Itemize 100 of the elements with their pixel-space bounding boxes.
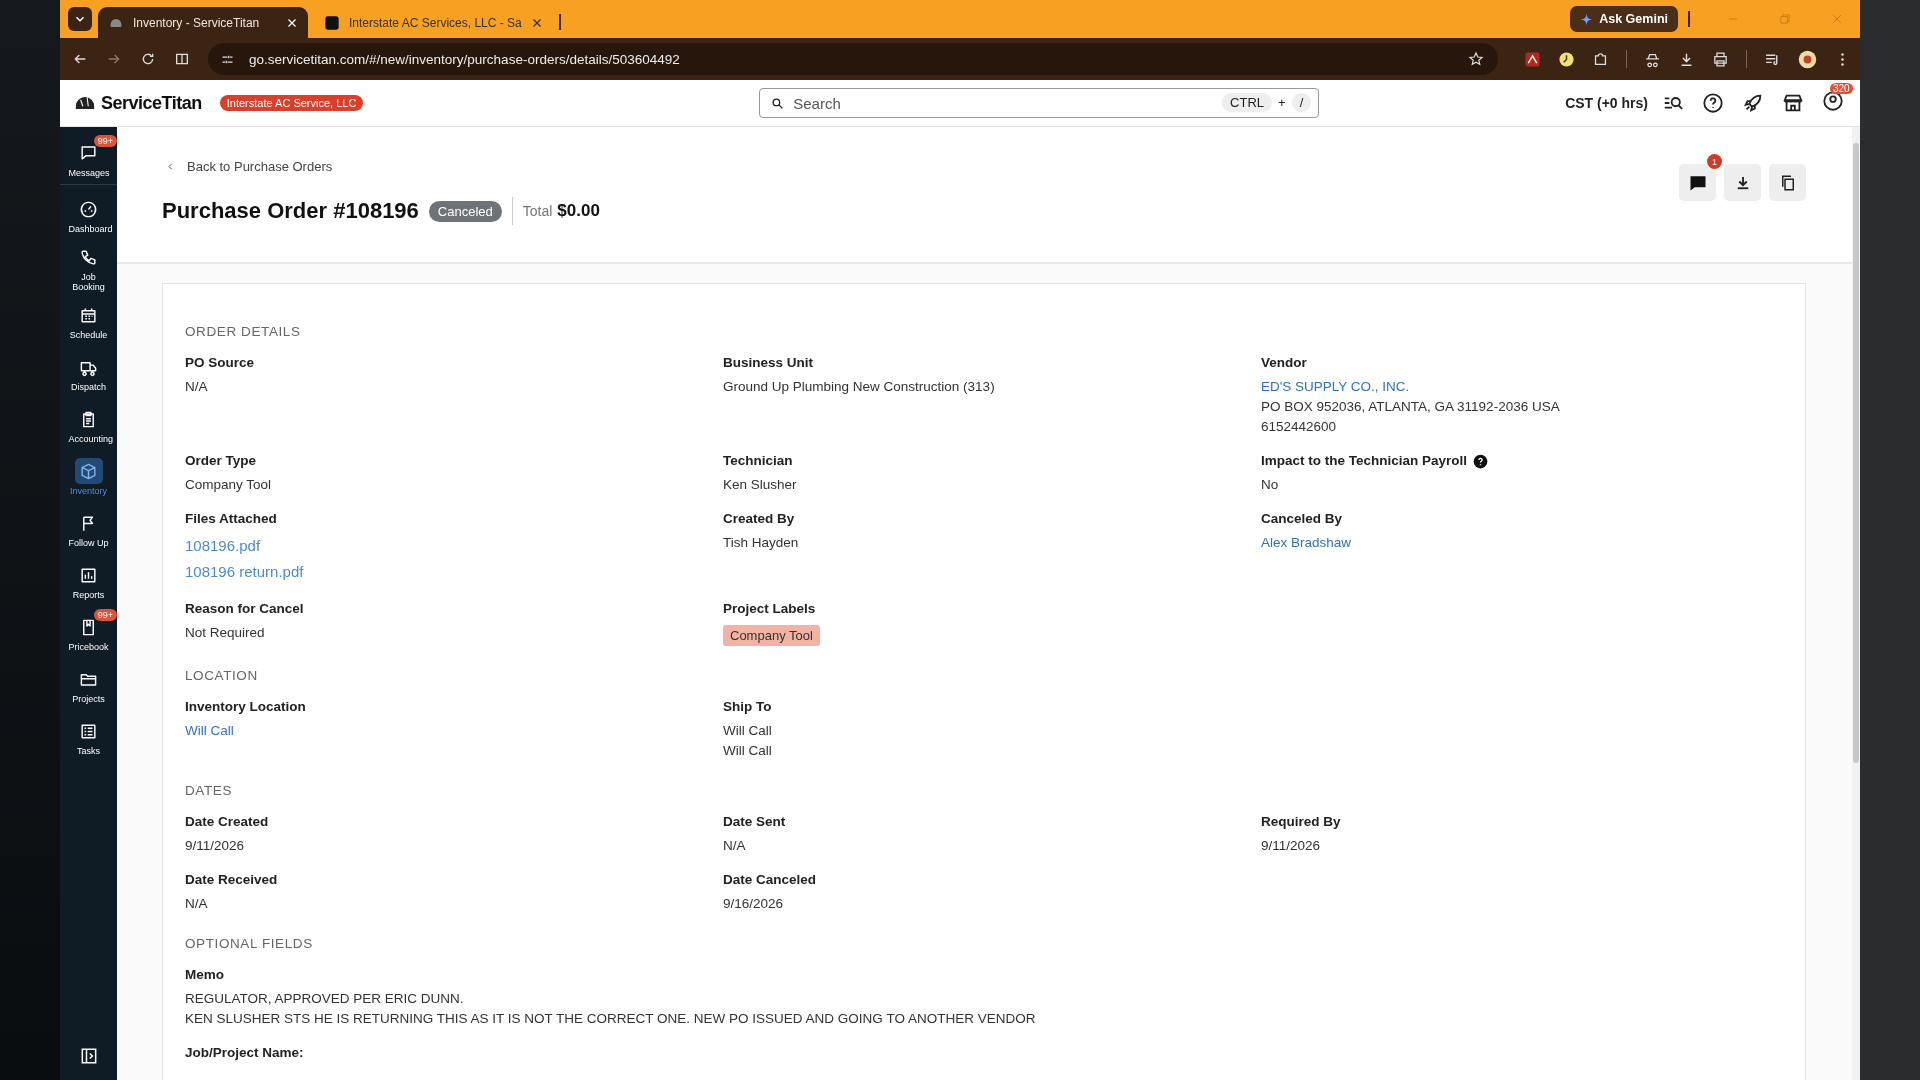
sidebar-item[interactable]: Job Booking [60, 241, 117, 295]
field-value: 6152442600 [1261, 418, 1337, 436]
download-button[interactable] [1724, 164, 1761, 201]
print-icon[interactable] [1712, 50, 1729, 68]
chevron-left-icon [166, 162, 175, 171]
back-link[interactable]: Back to Purchase Orders [166, 159, 333, 174]
section-heading: ORDER DETAILS [185, 324, 302, 339]
file-link[interactable]: 108196.pdf [185, 533, 261, 559]
field-label: Files Attached [185, 510, 277, 528]
ask-gemini-button[interactable]: Ask Gemini [1570, 6, 1678, 32]
field-label: Reason for Cancel [185, 600, 304, 618]
field-value: N/A [185, 895, 208, 913]
file-link[interactable]: 108196 return.pdf [185, 559, 304, 585]
field-value: N/A [723, 837, 746, 855]
help-icon[interactable] [1473, 453, 1489, 469]
browser-tab[interactable]: Interstate AC Services, LLC - Sa [314, 7, 553, 38]
sidebar-item[interactable]: Inventory [60, 451, 117, 503]
split-view-icon[interactable] [174, 51, 190, 67]
count-badge: 99+ [93, 135, 117, 147]
shortcut-key: CTRL [1222, 93, 1273, 112]
section-heading: LOCATION [185, 668, 259, 683]
sidebar-item[interactable]: Schedule [60, 295, 117, 347]
address-field[interactable]: go.servicetitan.com/#/new/inventory/purchase-orders/details/503604492 [208, 43, 1498, 75]
reload-icon[interactable] [140, 51, 156, 67]
field-label: PO Source [185, 354, 255, 372]
rocket-icon[interactable] [1742, 92, 1764, 114]
close-icon[interactable] [530, 16, 543, 29]
section-heading: OPTIONAL FIELDS [185, 936, 314, 951]
field-label: Created By [723, 510, 795, 528]
total-value: $0.00 [557, 201, 600, 221]
sidebar-item[interactable]: Follow Up [60, 503, 117, 555]
cube-icon [79, 461, 98, 481]
logo[interactable]: ServiceTitan [101, 92, 202, 114]
tab-title: Interstate AC Services, LLC - Sa [349, 15, 522, 30]
total-label: Total [522, 203, 553, 219]
comments-button[interactable] [1679, 164, 1716, 201]
field-value: No [1261, 476, 1279, 494]
project-label-tag: Company Tool [723, 625, 820, 646]
field-label: Impact to the Technician Payroll [1261, 452, 1468, 470]
section-heading: DATES [185, 783, 233, 798]
field-label: Order Type [185, 452, 257, 470]
star-icon[interactable] [1468, 51, 1484, 67]
field-label: Date Created [185, 813, 269, 831]
list-icon [79, 721, 98, 741]
field-value: Will Call [723, 742, 772, 760]
square-icon [324, 14, 340, 31]
phone-icon [79, 247, 98, 267]
field-value: Tish Hayden [723, 534, 799, 552]
bar-chart-icon [79, 565, 98, 585]
field-label: Date Received [185, 871, 278, 889]
browser-tab[interactable]: Inventory - ServiceTitan [98, 7, 308, 38]
sidebar-item[interactable]: Reports [60, 555, 117, 607]
sidebar-item[interactable]: Dispatch [60, 347, 117, 399]
field-label: Canceled By [1261, 510, 1343, 528]
puzzle-icon[interactable] [1592, 50, 1609, 68]
sidebar-item[interactable]: Dashboard [60, 189, 117, 241]
chat-icon [79, 143, 98, 162]
clock-extension-icon[interactable] [1558, 50, 1575, 68]
sidebar-item[interactable]: Pricebook 99+ [60, 607, 117, 659]
field-value: N/A [185, 378, 208, 396]
scrollbar-thumb[interactable] [1853, 143, 1859, 763]
field-label: Memo [185, 966, 224, 984]
field-label: Business Unit [723, 354, 814, 372]
notification-badge: 320 [1830, 83, 1853, 94]
link[interactable]: Alex Bradshaw [1261, 533, 1352, 553]
tab-title: Inventory - ServiceTitan [133, 15, 261, 30]
store-icon[interactable] [1782, 92, 1804, 114]
field-value: 9/11/2026 [1261, 837, 1321, 855]
field-label: Ship To [723, 698, 772, 716]
field-label: Date Sent [723, 813, 786, 831]
field-value: Ken Slusher [723, 476, 797, 494]
sidebar-item[interactable]: Tasks [60, 711, 117, 763]
field-value: Ground Up Plumbing New Construction (313) [723, 378, 995, 396]
sidebar-item[interactable]: Projects [60, 659, 117, 711]
close-icon[interactable] [286, 16, 298, 29]
calendar-icon [79, 305, 98, 325]
page-title: Purchase Order #108196 [162, 198, 419, 224]
status-badge: Canceled [428, 200, 502, 222]
timezone-label[interactable]: CST (+0 hrs) [1565, 95, 1648, 111]
field-value: PO BOX 952036, ATLANTA, GA 31192-2036 USA [1261, 398, 1560, 416]
account-icon[interactable] [1822, 90, 1844, 112]
field-label: Technician [723, 452, 793, 470]
link[interactable]: ED'S SUPPLY CO., INC. [1261, 377, 1410, 397]
copy-button[interactable] [1769, 164, 1806, 201]
field-label: Date Canceled [723, 871, 817, 889]
link[interactable]: Will Call [185, 721, 234, 741]
field-value: 9/16/2026 [723, 895, 784, 913]
plus-sign: + [1278, 95, 1286, 110]
pdf-extension-icon[interactable] [1524, 50, 1541, 68]
count-badge: 99+ [93, 609, 117, 621]
field-value: Company Tool [185, 476, 272, 494]
help-icon[interactable] [1702, 92, 1724, 114]
company-badge[interactable]: Interstate AC Service, LLC [219, 95, 364, 111]
tab-list-button[interactable] [68, 7, 92, 31]
field-value: Will Call [723, 722, 772, 740]
field-label: Required By [1261, 813, 1341, 831]
avatar-icon[interactable] [1798, 49, 1817, 69]
field-label: Vendor [1261, 354, 1307, 372]
gauge-icon [79, 199, 98, 219]
sidebar-item[interactable]: Accounting [60, 399, 117, 451]
